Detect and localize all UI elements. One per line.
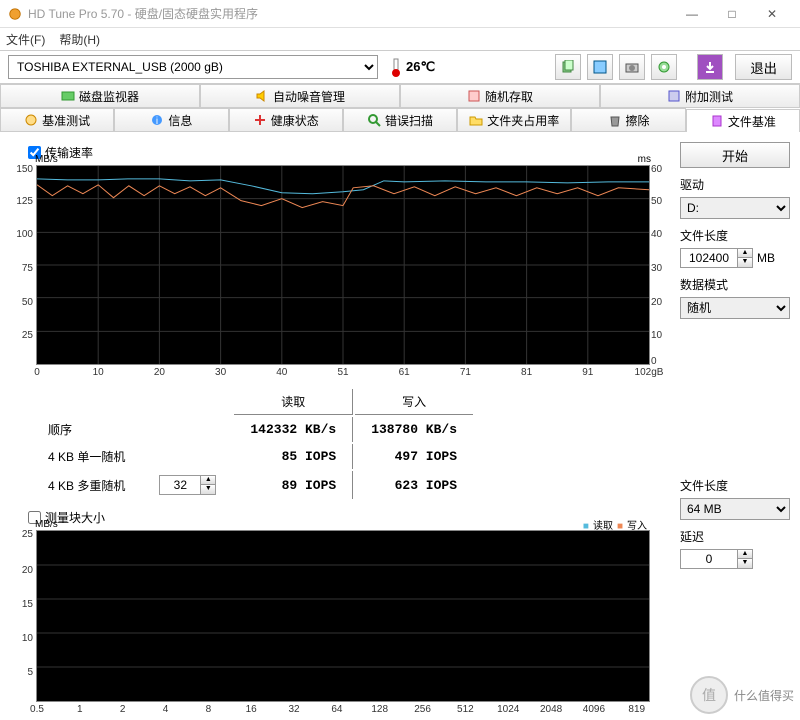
row-sequential: 顺序142332 KB/s138780 KB/s	[32, 417, 473, 442]
col-read: 读取	[234, 389, 353, 415]
tab-file-benchmark[interactable]: 文件基准	[686, 109, 800, 132]
folder-icon	[469, 113, 483, 127]
spin-up-icon[interactable]: ▲	[201, 476, 215, 485]
y2-axis-unit: ms	[638, 154, 651, 165]
download-icon	[703, 60, 717, 74]
exit-button[interactable]: 退出	[735, 54, 792, 80]
extra-icon	[667, 89, 681, 103]
file-length-unit: MB	[757, 251, 775, 265]
delay-spinner[interactable]: ▲▼	[680, 549, 753, 569]
minimize-button[interactable]: —	[672, 0, 712, 28]
thermometer-icon	[390, 57, 402, 77]
y-axis-unit: MB/s	[35, 519, 58, 530]
gauge-icon	[24, 113, 38, 127]
temperature: 26℃	[390, 57, 435, 77]
tab-health[interactable]: 健康状态	[229, 108, 343, 131]
file-bench-icon	[710, 114, 724, 128]
delay-label: 延迟	[680, 528, 790, 545]
data-mode-select[interactable]: 随机	[680, 297, 790, 319]
monitor-icon	[61, 89, 75, 103]
gear-icon	[657, 60, 671, 74]
watermark: 值 什么值得买	[690, 676, 794, 714]
tab-random-access[interactable]: 随机存取	[400, 84, 600, 107]
results-table: 读取写入 顺序142332 KB/s138780 KB/s 4 KB 单一随机8…	[30, 387, 475, 501]
window-title: HD Tune Pro 5.70 - 硬盘/固态硬盘实用程序	[28, 5, 672, 22]
spin-up-icon[interactable]: ▲	[738, 249, 752, 258]
spin-up-icon[interactable]: ▲	[738, 550, 752, 559]
file-length-spinner[interactable]: ▲▼	[680, 248, 753, 268]
tab-aam[interactable]: 自动噪音管理	[200, 84, 400, 107]
tabs-upper: 磁盘监视器 自动噪音管理 随机存取 附加测试	[0, 84, 800, 108]
menu-help[interactable]: 帮助(H)	[59, 31, 100, 48]
camera-icon	[625, 60, 639, 74]
drive-label: 驱动	[680, 176, 790, 193]
tab-erase[interactable]: 擦除	[571, 108, 685, 131]
menu-file[interactable]: 文件(F)	[6, 31, 45, 48]
tab-info[interactable]: i信息	[114, 108, 228, 131]
svg-text:i: i	[156, 116, 158, 127]
block-size-chart: MB/s ■读取■写入 25 20 15 10 5 0.5 1 2 4 8 16…	[36, 530, 650, 702]
file-length-label: 文件长度	[680, 227, 790, 244]
drive-select[interactable]: D:	[680, 197, 790, 219]
search-icon	[367, 113, 381, 127]
row-4k-multi: 4 KB 多重随机 ▲▼ 89 IOPS623 IOPS	[32, 471, 473, 499]
clipboard-icon	[593, 60, 607, 74]
tab-extra-tests[interactable]: 附加测试	[600, 84, 800, 107]
spin-down-icon[interactable]: ▼	[738, 258, 752, 267]
titlebar: HD Tune Pro 5.70 - 硬盘/固态硬盘实用程序 — □ ✕	[0, 0, 800, 28]
tab-disk-monitor[interactable]: 磁盘监视器	[0, 84, 200, 107]
transfer-rate-checkbox[interactable]: 传输速率	[28, 144, 670, 161]
row-4k-single: 4 KB 单一随机85 IOPS497 IOPS	[32, 444, 473, 469]
threads-spinner[interactable]: ▲▼	[159, 475, 216, 495]
data-mode-label: 数据模式	[680, 276, 790, 293]
transfer-rate-chart: MB/s ms 150 125 100 75 50 25 60 50 40 30…	[36, 165, 650, 365]
spin-down-icon[interactable]: ▼	[201, 485, 215, 494]
tabs-lower: 基准测试 i信息 健康状态 错误扫描 文件夹占用率 擦除 文件基准	[0, 108, 800, 132]
trash-icon	[608, 113, 622, 127]
file-length2-select[interactable]: 64 MB	[680, 498, 790, 520]
close-button[interactable]: ✕	[752, 0, 792, 28]
toolbar: TOSHIBA EXTERNAL_USB (2000 gB) 26℃ 退出	[0, 50, 800, 84]
speaker-icon	[255, 89, 269, 103]
save-screenshot-button[interactable]	[619, 54, 645, 80]
tab-error-scan[interactable]: 错误扫描	[343, 108, 457, 131]
spin-down-icon[interactable]: ▼	[738, 559, 752, 568]
file-length2-label: 文件长度	[680, 477, 790, 494]
block-size-checkbox[interactable]: 测量块大小	[28, 509, 670, 526]
y-axis-unit: MB/s	[35, 154, 58, 165]
info-icon: i	[150, 113, 164, 127]
chart-legend: ■读取■写入	[579, 517, 647, 532]
copy-info-button[interactable]	[555, 54, 581, 80]
save-button[interactable]	[697, 54, 723, 80]
device-select[interactable]: TOSHIBA EXTERNAL_USB (2000 gB)	[8, 55, 378, 79]
tab-benchmark[interactable]: 基准测试	[0, 108, 114, 131]
options-button[interactable]	[651, 54, 677, 80]
col-write: 写入	[355, 389, 473, 415]
maximize-button[interactable]: □	[712, 0, 752, 28]
start-button[interactable]: 开始	[680, 142, 790, 168]
copy-icon	[561, 60, 575, 74]
watermark-icon: 值	[690, 676, 728, 714]
copy-screenshot-button[interactable]	[587, 54, 613, 80]
tab-folder-usage[interactable]: 文件夹占用率	[457, 108, 571, 131]
random-icon	[467, 89, 481, 103]
health-icon	[253, 113, 267, 127]
menubar: 文件(F) 帮助(H)	[0, 28, 800, 50]
app-icon	[8, 7, 22, 21]
